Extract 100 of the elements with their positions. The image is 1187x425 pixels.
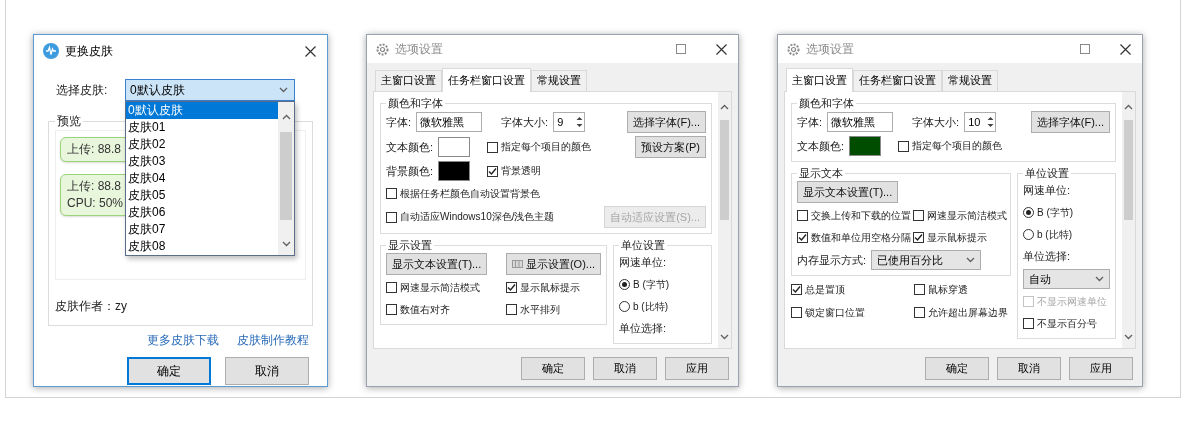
checkbox[interactable]: 网速显示简洁模式 bbox=[913, 208, 1005, 223]
group-title: 显示文本 bbox=[798, 166, 844, 181]
checkbox[interactable]: 根据任务栏颜色自动设置背景色 bbox=[386, 186, 540, 201]
tab[interactable]: 常规设置 bbox=[531, 70, 587, 91]
scrollbar[interactable] bbox=[718, 92, 731, 348]
field-label: 网速单位: bbox=[1023, 183, 1071, 198]
field-label: 字体大小: bbox=[912, 114, 960, 130]
checkbox[interactable]: 总是置顶 bbox=[791, 282, 915, 297]
dropdown-option[interactable]: 皮肤05 bbox=[126, 187, 278, 204]
dialog-button[interactable]: 预设方案(P) bbox=[635, 136, 706, 158]
window-title: 选项设置 bbox=[806, 40, 855, 58]
chevron-down-icon bbox=[966, 257, 976, 263]
close-icon bbox=[715, 43, 727, 55]
author-text: 皮肤作者：zy bbox=[55, 298, 128, 315]
tab[interactable]: 主窗口设置 bbox=[786, 68, 853, 92]
field-label: 背景颜色: bbox=[386, 163, 434, 179]
link[interactable]: 皮肤制作教程 bbox=[237, 332, 309, 349]
chevron-down-icon bbox=[1124, 334, 1133, 340]
check-icon bbox=[488, 166, 498, 176]
dropdown-option[interactable]: 皮肤04 bbox=[126, 170, 278, 187]
dropdown-option[interactable]: 皮肤03 bbox=[126, 153, 278, 170]
dialog-button[interactable]: 确定 bbox=[521, 357, 585, 380]
group-title: 单位设置 bbox=[620, 238, 666, 253]
radio-button[interactable]: b (比特) bbox=[619, 299, 668, 314]
checkbox[interactable]: 数值右对齐 bbox=[386, 302, 507, 317]
skin-select[interactable]: 0默认皮肤 bbox=[125, 79, 295, 101]
checkbox[interactable]: 不显示百分号 bbox=[1023, 316, 1097, 331]
dropdown-select[interactable]: 自动 bbox=[1023, 269, 1110, 289]
display-icon bbox=[511, 260, 523, 268]
font-field[interactable]: 微软雅黑 bbox=[827, 112, 894, 132]
tab[interactable]: 常规设置 bbox=[942, 70, 998, 91]
field-label: 选择皮肤: bbox=[56, 81, 109, 99]
checkbox[interactable]: 指定每个项目的颜色 bbox=[898, 139, 1003, 153]
chevron-down-icon bbox=[281, 241, 291, 247]
font-field[interactable]: 微软雅黑 bbox=[416, 112, 483, 132]
field-label: 字体大小: bbox=[501, 114, 549, 130]
field-label: 内存显示方式: bbox=[797, 252, 867, 268]
tab[interactable]: 任务栏窗口设置 bbox=[853, 70, 942, 91]
dialog-button[interactable]: 显示设置(O)... bbox=[505, 253, 601, 275]
checkbox[interactable]: 显示鼠标提示 bbox=[506, 280, 601, 295]
dialog-button[interactable]: 取消 bbox=[593, 357, 657, 380]
dialog-button[interactable]: 显示文本设置(T)... bbox=[797, 181, 899, 203]
dialog-button[interactable]: 确定 bbox=[127, 357, 211, 385]
maximize-icon bbox=[1080, 44, 1090, 54]
dialog-button[interactable]: 选择字体(F)... bbox=[1030, 111, 1110, 133]
checkbox[interactable]: 交换上传和下载的位置 bbox=[797, 208, 914, 223]
checkbox[interactable]: 背景透明 bbox=[487, 164, 542, 178]
checkbox[interactable]: 网速显示简洁模式 bbox=[386, 280, 507, 295]
tab[interactable]: 任务栏窗口设置 bbox=[442, 68, 531, 92]
scrollbar[interactable] bbox=[1122, 92, 1135, 348]
checkbox[interactable]: 允许超出屏幕边界 bbox=[914, 305, 1011, 320]
chevron-up-icon bbox=[1124, 104, 1133, 110]
widget-text: CPU: 50% bbox=[67, 195, 124, 212]
radio-button[interactable]: b (比特) bbox=[1023, 227, 1072, 242]
dialog-button[interactable]: 显示文本设置(T)... bbox=[386, 253, 488, 275]
color-swatch[interactable] bbox=[849, 136, 882, 156]
wave-icon bbox=[43, 43, 59, 59]
close-icon bbox=[1119, 43, 1131, 55]
dialog-button[interactable]: 取消 bbox=[225, 357, 309, 385]
number-spinner[interactable]: 9 bbox=[553, 112, 586, 132]
checkbox[interactable]: 自动适应Windows10深色/浅色主题 bbox=[386, 210, 555, 224]
radio-button[interactable]: B (字节) bbox=[1023, 205, 1074, 220]
tab[interactable]: 主窗口设置 bbox=[375, 70, 442, 91]
checkbox[interactable]: 水平排列 bbox=[506, 302, 601, 317]
checkbox[interactable]: 数值和单位用空格分隔 bbox=[797, 230, 914, 245]
dropdown-option[interactable]: 皮肤01 bbox=[126, 119, 278, 136]
group-title: 颜色和字体 bbox=[387, 96, 444, 111]
dialog-button[interactable]: 取消 bbox=[997, 357, 1061, 380]
dialog-button[interactable]: 确定 bbox=[925, 357, 989, 380]
check-icon bbox=[507, 283, 517, 292]
window-title: 选项设置 bbox=[395, 40, 444, 58]
dropdown-option[interactable]: 皮肤02 bbox=[126, 136, 278, 153]
checkbox[interactable]: 显示鼠标提示 bbox=[913, 230, 1005, 245]
widget-text: 上传: 88.8 bbox=[67, 178, 122, 195]
checkbox[interactable]: 鼠标穿透 bbox=[914, 282, 1011, 297]
dropdown-option[interactable]: 0默认皮肤 bbox=[126, 102, 278, 119]
group-title: 单位设置 bbox=[1024, 166, 1070, 181]
checkbox[interactable]: 锁定窗口位置 bbox=[791, 305, 915, 320]
spin-arrows-icon bbox=[986, 114, 996, 130]
window-title: 更换皮肤 bbox=[65, 42, 114, 60]
dropdown-option[interactable]: 皮肤08 bbox=[126, 238, 278, 255]
checkbox[interactable]: 指定每个项目的颜色 bbox=[487, 140, 592, 154]
gear-icon bbox=[376, 42, 389, 56]
dropdown-option[interactable]: 皮肤07 bbox=[126, 221, 278, 238]
dialog-button[interactable]: 选择字体(F)... bbox=[626, 111, 706, 133]
spin-arrows-icon bbox=[575, 114, 585, 130]
dialog-button[interactable]: 应用 bbox=[665, 357, 729, 380]
color-swatch[interactable] bbox=[438, 137, 471, 157]
group-title: 显示设置 bbox=[387, 238, 433, 253]
dialog-button[interactable]: 应用 bbox=[1069, 357, 1133, 380]
scrollbar[interactable] bbox=[278, 102, 294, 255]
chevron-up-icon bbox=[281, 114, 291, 120]
color-swatch[interactable] bbox=[438, 161, 471, 181]
number-spinner[interactable]: 10 bbox=[964, 112, 997, 132]
dropdown-select[interactable]: 已使用百分比 bbox=[871, 250, 982, 270]
radio-button[interactable]: B (字节) bbox=[619, 277, 670, 292]
link[interactable]: 更多皮肤下载 bbox=[147, 332, 219, 349]
check-icon bbox=[914, 233, 924, 242]
field-label: 网速单位: bbox=[619, 255, 667, 270]
dropdown-option[interactable]: 皮肤06 bbox=[126, 204, 278, 221]
